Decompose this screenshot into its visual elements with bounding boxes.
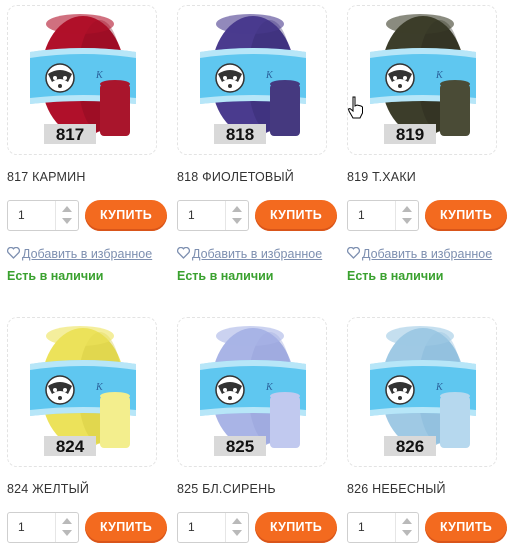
heart-icon: [177, 247, 190, 259]
product-name[interactable]: 825 БЛ.СИРЕНЬ: [177, 482, 337, 496]
add-to-favorites-link[interactable]: Добавить в избранное: [347, 247, 492, 261]
quantity-stepper[interactable]: [177, 512, 249, 543]
quantity-input[interactable]: [188, 208, 218, 222]
arrow-up-icon[interactable]: [232, 518, 242, 524]
buy-button[interactable]: КУПИТЬ: [425, 512, 507, 543]
arrow-down-icon[interactable]: [232, 530, 242, 536]
svg-text:K: K: [265, 382, 274, 393]
buy-button[interactable]: КУПИТЬ: [255, 200, 337, 231]
svg-text:K: K: [265, 70, 274, 81]
quantity-stepper[interactable]: [347, 200, 419, 231]
product-name[interactable]: 819 Т.ХАКИ: [347, 170, 507, 184]
add-to-favorites-link[interactable]: Добавить в избранное: [177, 247, 322, 261]
favorites-label: Добавить в избранное: [22, 247, 153, 261]
product-name[interactable]: 817 КАРМИН: [7, 170, 167, 184]
buy-button[interactable]: КУПИТЬ: [255, 512, 337, 543]
arrow-down-icon[interactable]: [62, 530, 72, 536]
arrow-down-icon[interactable]: [402, 218, 412, 224]
stock-status: Есть в наличии: [7, 269, 104, 283]
svg-text:K: K: [95, 382, 104, 393]
buy-button[interactable]: КУПИТЬ: [85, 512, 167, 543]
stock-status: Есть в наличии: [177, 269, 274, 283]
product-image[interactable]: K 825: [177, 317, 327, 467]
yarn-skein-image: K 818: [178, 6, 326, 154]
stepper-arrows: [55, 513, 78, 542]
arrow-up-icon[interactable]: [62, 518, 72, 524]
product-name[interactable]: 818 ФИОЛЕТОВЫЙ: [177, 170, 337, 184]
stepper-arrows: [225, 201, 248, 230]
svg-text:818: 818: [226, 125, 254, 144]
buy-button[interactable]: КУПИТЬ: [85, 200, 167, 231]
arrow-up-icon[interactable]: [402, 518, 412, 524]
arrow-up-icon[interactable]: [402, 206, 412, 212]
heart-icon: [347, 247, 360, 259]
yarn-skein-image: K 825: [178, 318, 326, 466]
quantity-input[interactable]: [358, 520, 388, 534]
arrow-up-icon[interactable]: [232, 206, 242, 212]
svg-text:826: 826: [396, 437, 424, 456]
quantity-input[interactable]: [358, 208, 388, 222]
favorites-label: Добавить в избранное: [362, 247, 493, 261]
hand-cursor-icon: [347, 96, 363, 119]
svg-text:819: 819: [396, 125, 424, 144]
quantity-stepper[interactable]: [7, 512, 79, 543]
heart-icon: [7, 247, 20, 259]
product-name[interactable]: 824 ЖЕЛТЫЙ: [7, 482, 167, 496]
yarn-skein-image: K 817: [8, 6, 156, 154]
quantity-stepper[interactable]: [347, 512, 419, 543]
stepper-arrows: [395, 513, 418, 542]
add-to-favorites-link[interactable]: Добавить в избранное: [7, 247, 152, 261]
arrow-down-icon[interactable]: [232, 218, 242, 224]
quantity-stepper[interactable]: [7, 200, 79, 231]
svg-text:824: 824: [56, 437, 85, 456]
product-name[interactable]: 826 НЕБЕСНЫЙ: [347, 482, 507, 496]
favorites-label: Добавить в избранное: [192, 247, 323, 261]
arrow-down-icon[interactable]: [62, 218, 72, 224]
quantity-stepper[interactable]: [177, 200, 249, 231]
svg-text:K: K: [435, 382, 444, 393]
yarn-skein-image: K 824: [8, 318, 156, 466]
product-image[interactable]: K 819: [347, 5, 497, 155]
svg-text:817: 817: [56, 125, 84, 144]
yarn-skein-image: K 819: [348, 6, 496, 154]
stepper-arrows: [395, 201, 418, 230]
yarn-skein-image: K 826: [348, 318, 496, 466]
product-image[interactable]: K 826: [347, 317, 497, 467]
svg-text:K: K: [95, 70, 104, 81]
quantity-input[interactable]: [188, 520, 218, 534]
stepper-arrows: [225, 513, 248, 542]
buy-button[interactable]: КУПИТЬ: [425, 200, 507, 231]
product-image[interactable]: K 824: [7, 317, 157, 467]
product-image[interactable]: K 818: [177, 5, 327, 155]
product-image[interactable]: K 817: [7, 5, 157, 155]
svg-text:825: 825: [226, 437, 254, 456]
stock-status: Есть в наличии: [347, 269, 444, 283]
arrow-up-icon[interactable]: [62, 206, 72, 212]
arrow-down-icon[interactable]: [402, 530, 412, 536]
quantity-input[interactable]: [18, 208, 48, 222]
stepper-arrows: [55, 201, 78, 230]
svg-text:K: K: [435, 70, 444, 81]
quantity-input[interactable]: [18, 520, 48, 534]
